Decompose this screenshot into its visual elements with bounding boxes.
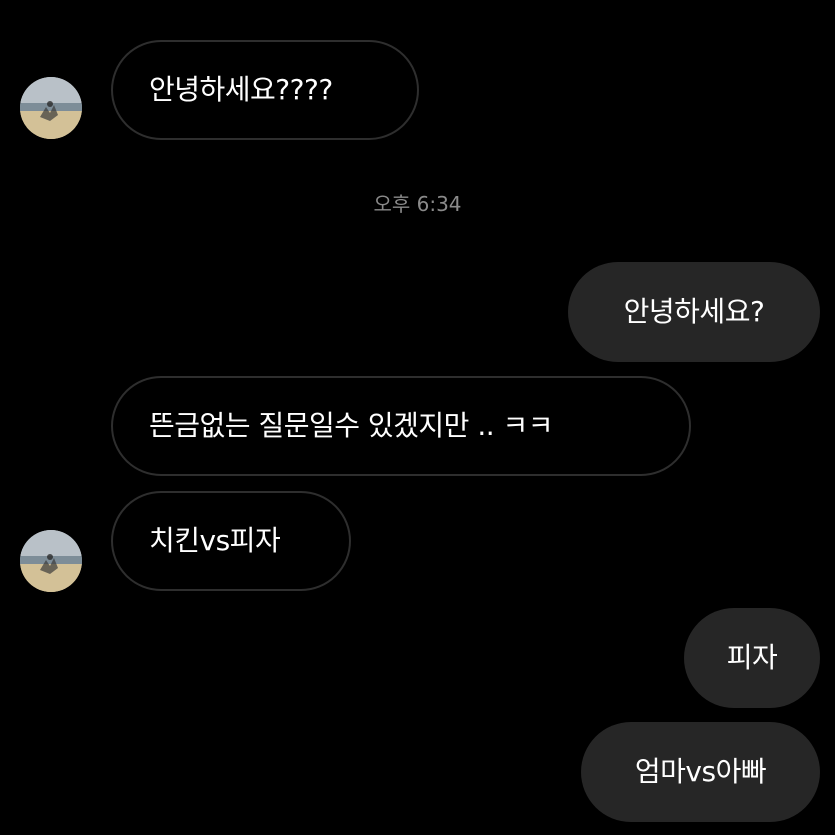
message-text: 엄마vs아빠 [634,755,767,788]
message-incoming[interactable]: 뜬금없는 질문일수 있겠지만 .. ㅋㅋ [111,376,691,476]
message-outgoing[interactable]: 피자 [684,608,820,708]
message-incoming[interactable]: 안녕하세요???? [111,40,419,140]
message-incoming[interactable]: 치킨vs피자 [111,491,351,591]
avatar[interactable] [20,77,82,139]
message-outgoing[interactable]: 엄마vs아빠 [581,722,820,822]
message-timestamp: 오후 6:34 [373,192,462,216]
avatar[interactable] [20,530,82,592]
profile-photo-beach-icon [20,77,82,139]
profile-photo-beach-icon [20,530,82,592]
message-text: 치킨vs피자 [149,524,281,557]
message-outgoing[interactable]: 안녕하세요? [568,262,820,362]
message-text: 안녕하세요? [623,295,765,328]
message-text: 뜬금없는 질문일수 있겠지만 .. ㅋㅋ [149,409,554,442]
message-text: 피자 [726,641,778,674]
message-text: 안녕하세요???? [149,73,333,106]
